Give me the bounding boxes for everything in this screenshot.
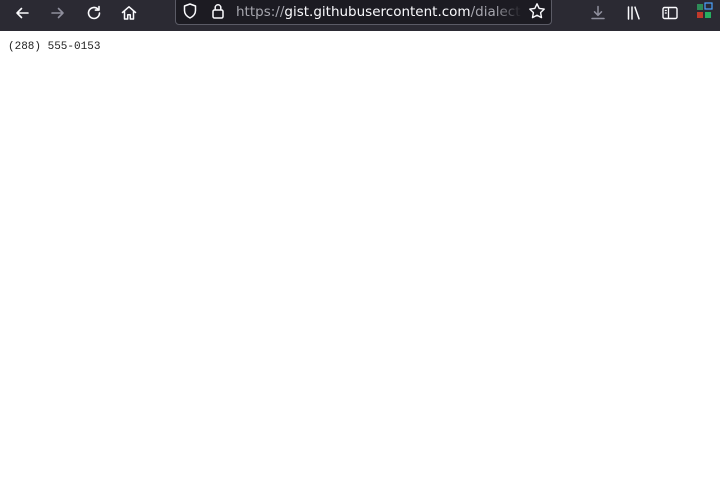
back-button[interactable]: [8, 0, 36, 26]
url-host: gist.githubusercontent.com: [284, 4, 471, 20]
star-icon[interactable]: [528, 2, 546, 25]
reload-icon: [87, 5, 101, 20]
home-button[interactable]: [115, 0, 143, 26]
forward-button[interactable]: [44, 0, 72, 26]
library-icon: [627, 6, 640, 20]
download-icon: [591, 5, 605, 20]
browser-toolbar: https://gist.githubusercontent.com/diale…: [0, 0, 720, 31]
url-scheme: https://: [236, 4, 285, 20]
extension-icon[interactable]: [696, 2, 714, 20]
reload-button[interactable]: [80, 0, 108, 26]
back-arrow-icon: [16, 7, 29, 19]
url-bar[interactable]: https://gist.githubusercontent.com/diale…: [175, 0, 552, 25]
downloads-button[interactable]: [584, 0, 612, 26]
shield-icon[interactable]: [181, 2, 199, 25]
sidebar-icon: [662, 6, 678, 20]
library-button[interactable]: [620, 0, 648, 26]
url-text[interactable]: https://gist.githubusercontent.com/diale…: [236, 3, 521, 21]
page-content: (288) 555-0153: [0, 31, 720, 483]
phone-number-text: (288) 555-0153: [8, 41, 101, 53]
forward-arrow-icon: [51, 7, 64, 19]
url-fade: [494, 0, 522, 22]
lock-icon[interactable]: [209, 2, 227, 25]
sidebar-button[interactable]: [656, 0, 684, 26]
home-icon: [121, 6, 137, 20]
